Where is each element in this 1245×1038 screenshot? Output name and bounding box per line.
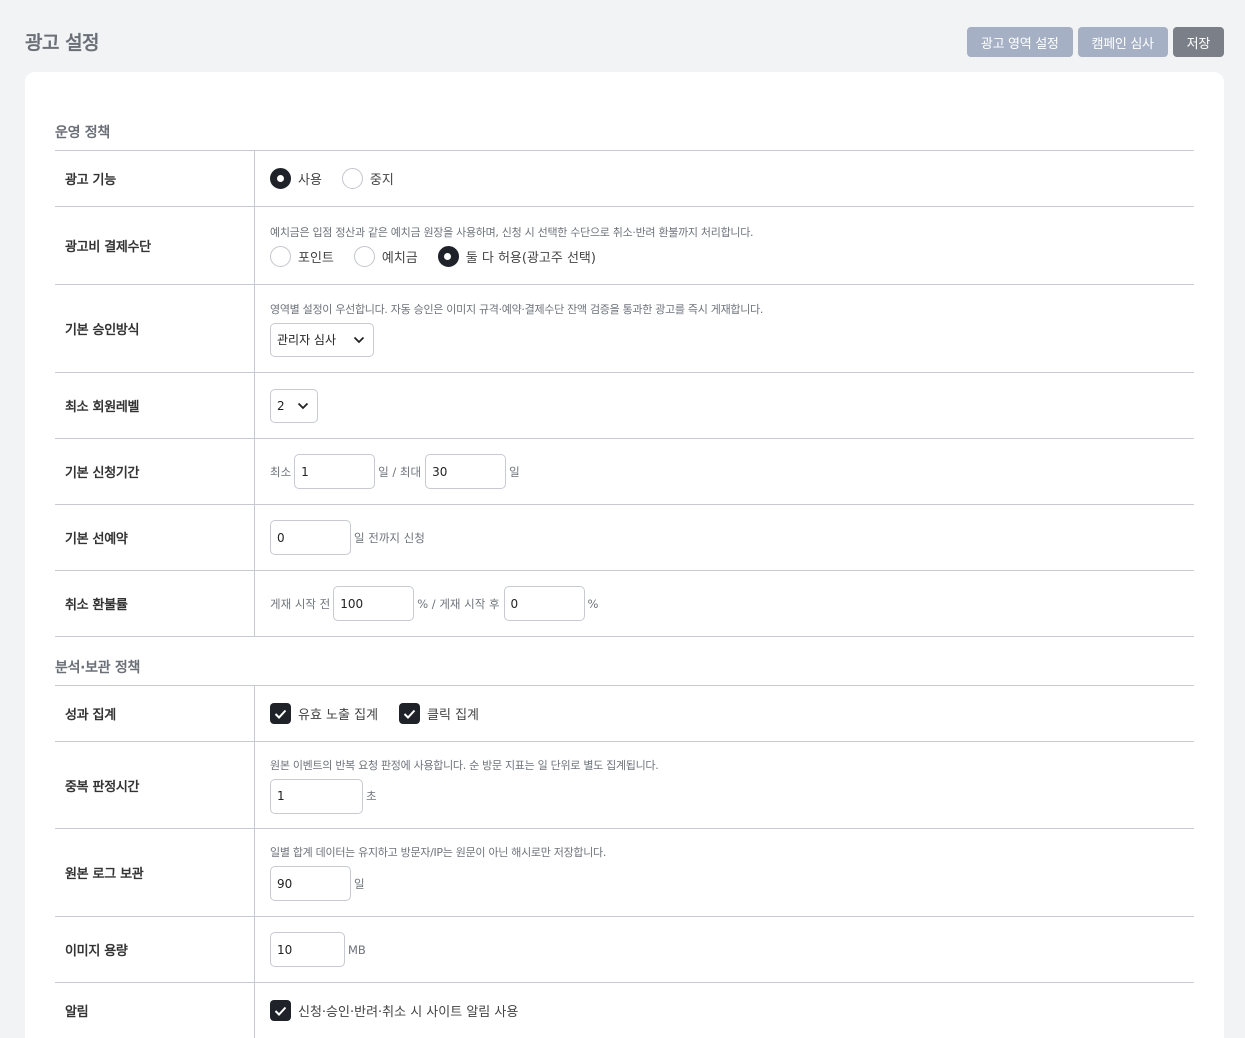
radio-ad-feature-stop[interactable]: 중지 <box>341 168 394 189</box>
refund-after-input[interactable] <box>503 586 585 621</box>
period-max-input[interactable] <box>425 454 507 489</box>
radio-unselected-icon <box>270 246 291 267</box>
row-approval-method: 기본 승인방식 영역별 설정이 우선합니다. 자동 승인은 이미지 규격·예약·… <box>55 285 1194 373</box>
chevron-down-icon <box>297 402 309 409</box>
help-text: 예치금은 입점 정산과 같은 예치금 원장을 사용하며, 신청 시 선택한 수단… <box>270 226 754 239</box>
checkbox-site-notification[interactable]: 신청·승인·반려·취소 시 사이트 알림 사용 <box>270 1000 518 1021</box>
section-title-operation: 운영 정책 <box>55 125 110 141</box>
radio-payment-deposit[interactable]: 예치금 <box>353 246 418 267</box>
chevron-down-icon <box>353 336 365 343</box>
radio-unselected-icon <box>341 168 363 189</box>
page-title: 광고 설정 <box>25 32 100 54</box>
row-application-period: 기본 신청기간 최소 일 / 최대 일 <box>55 439 1194 505</box>
checkbox-impression-stats[interactable]: 유효 노출 집계 <box>270 703 378 724</box>
help-text: 원본 이벤트의 반복 요청 판정에 사용합니다. 순 방문 지표는 일 단위로 … <box>270 758 659 772</box>
checkbox-checked-icon <box>270 1000 291 1021</box>
radio-payment-both[interactable]: 둘 다 허용(광고주 선택) <box>437 246 596 267</box>
row-label: 최소 회원레벨 <box>55 373 255 438</box>
row-label: 광고비 결제수단 <box>55 207 255 284</box>
help-text: 영역별 설정이 우선합니다. 자동 승인은 이미지 규격·예약·결제수단 잔액 … <box>270 302 764 316</box>
radio-unselected-icon <box>353 246 375 267</box>
row-label: 취소 환불률 <box>55 571 255 636</box>
row-label: 기본 선예약 <box>55 505 255 570</box>
row-label: 성과 집계 <box>55 686 255 741</box>
operation-policy-table: 광고 기능 사용 중지 광고비 결제수단 예치금은 입점 정산과 같은 예치금 … <box>55 150 1194 637</box>
row-stats: 성과 집계 유효 노출 집계 클릭 집계 <box>55 686 1194 742</box>
row-label: 기본 승인방식 <box>55 285 255 372</box>
row-image-size: 이미지 용량 MB <box>55 917 1194 983</box>
save-button[interactable]: 저장 <box>1172 27 1224 57</box>
row-refund-rate: 취소 환불률 게재 시작 전 % / 게재 시작 후 % <box>55 571 1194 637</box>
settings-card: 운영 정책 광고 기능 사용 중지 광고비 결제수단 예치금은 입점 정산과 같… <box>25 72 1224 1038</box>
row-log-retention: 원본 로그 보관 일별 합계 데이터는 유지하고 방문자/IP는 원문이 아닌 … <box>55 829 1194 917</box>
ad-area-settings-button[interactable]: 광고 영역 설정 <box>966 27 1073 57</box>
checkbox-checked-icon <box>270 703 291 724</box>
row-payment-method: 광고비 결제수단 예치금은 입점 정산과 같은 예치금 원장을 사용하며, 신청… <box>55 207 1194 285</box>
min-level-select[interactable]: 2 <box>270 388 318 423</box>
pre-booking-input[interactable] <box>270 520 351 555</box>
row-label: 기본 신청기간 <box>55 439 255 504</box>
row-label: 원본 로그 보관 <box>55 829 255 916</box>
row-dedupe-time: 중복 판정시간 원본 이벤트의 반복 요청 판정에 사용합니다. 순 방문 지표… <box>55 742 1194 829</box>
dedupe-time-input[interactable] <box>270 778 363 814</box>
checkbox-checked-icon <box>399 703 421 724</box>
radio-selected-icon <box>437 246 459 267</box>
analytics-policy-table: 성과 집계 유효 노출 집계 클릭 집계 중복 판정시간 원본 이벤트의 반복 … <box>55 685 1194 1038</box>
header-actions: 광고 영역 설정 캠페인 심사 저장 <box>966 27 1224 57</box>
row-label: 광고 기능 <box>55 151 255 206</box>
row-label: 중복 판정시간 <box>55 742 255 828</box>
radio-ad-feature-use[interactable]: 사용 <box>270 168 322 189</box>
approval-method-select[interactable]: 관리자 심사 <box>270 322 374 357</box>
campaign-review-button[interactable]: 캠페인 심사 <box>1077 27 1168 57</box>
row-min-level: 최소 회원레벨 2 <box>55 373 1194 439</box>
section-title-analytics: 분석·보관 정책 <box>55 660 141 676</box>
help-text: 일별 합계 데이터는 유지하고 방문자/IP는 원문이 아닌 해시로만 저장합니… <box>270 846 607 859</box>
row-notification: 알림 신청·승인·반려·취소 시 사이트 알림 사용 <box>55 983 1194 1038</box>
row-label: 이미지 용량 <box>55 917 255 982</box>
image-size-input[interactable] <box>270 932 345 967</box>
log-retention-input[interactable] <box>270 866 351 901</box>
period-min-input[interactable] <box>294 454 376 489</box>
refund-before-input[interactable] <box>333 586 415 621</box>
row-ad-feature: 광고 기능 사용 중지 <box>55 151 1194 207</box>
row-label: 알림 <box>55 983 255 1038</box>
radio-selected-icon <box>270 168 291 189</box>
radio-payment-point[interactable]: 포인트 <box>270 246 334 267</box>
row-pre-booking: 기본 선예약 일 전까지 신청 <box>55 505 1194 571</box>
checkbox-click-stats[interactable]: 클릭 집계 <box>399 703 479 724</box>
